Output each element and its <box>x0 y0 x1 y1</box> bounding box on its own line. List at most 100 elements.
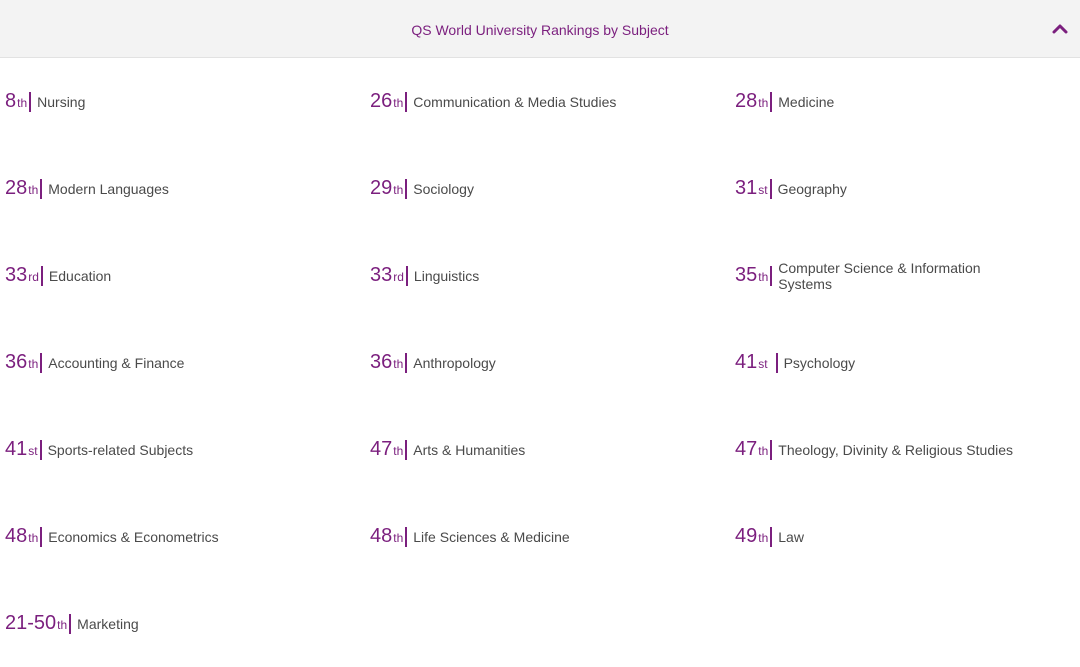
subject-name: Education <box>48 268 112 284</box>
rankings-row: 36th Accounting & Finance 36th Anthropol… <box>0 319 1080 406</box>
rank-number: 48 <box>370 525 393 547</box>
subject-name: Nursing <box>37 94 86 110</box>
subject-name: Law <box>778 529 804 545</box>
ranking-item: 35th Computer Science & Information Syst… <box>735 259 1035 293</box>
subject-name: Accounting & Finance <box>48 355 185 371</box>
rank-value: 28th <box>5 177 38 201</box>
rank-separator <box>40 353 43 373</box>
ranking-item: 47th Theology, Divinity & Religious Stud… <box>735 433 1035 467</box>
ranking-item: 49th Law <box>735 520 1035 554</box>
subject-name: Theology, Divinity & Religious Studies <box>778 442 1014 458</box>
rank-number: 41 <box>735 351 758 373</box>
rank-suffix: st <box>758 357 768 371</box>
rank-value: 36th <box>5 351 38 375</box>
ranking-item: 41st Psychology <box>735 346 1035 380</box>
rank-value: 8th <box>5 90 27 114</box>
rank-separator <box>405 527 408 547</box>
rank-suffix: th <box>57 618 68 632</box>
rank-value: 48th <box>370 525 403 549</box>
rank-separator <box>770 92 773 112</box>
rank-separator <box>405 92 408 112</box>
ranking-item: 36th Anthropology <box>370 346 700 380</box>
rank-suffix: th <box>28 531 39 545</box>
ranking-item: 8th Nursing <box>5 85 335 119</box>
rank-separator <box>40 527 43 547</box>
rank-suffix: th <box>28 357 39 371</box>
rank-number: 36 <box>370 351 393 373</box>
subject-name: Sports-related Subjects <box>47 442 194 458</box>
ranking-item: 29th Sociology <box>370 172 700 206</box>
rankings-row: 8th Nursing 26th Communication & Media S… <box>0 58 1080 145</box>
rank-separator <box>405 266 408 286</box>
rank-value: 41st <box>735 351 768 375</box>
ranking-item: 33rd Linguistics <box>370 259 700 293</box>
rank-separator <box>405 353 408 373</box>
rank-suffix: st <box>28 444 38 458</box>
rank-value: 49th <box>735 525 768 549</box>
rankings-row: 33rd Education 33rd Linguistics 35th Com… <box>0 232 1080 319</box>
rank-separator <box>775 353 778 373</box>
rank-value: 28th <box>735 90 768 114</box>
rank-suffix: th <box>393 357 404 371</box>
subject-name: Communication & Media Studies <box>413 94 617 110</box>
rank-value: 33rd <box>370 264 404 288</box>
chevron-up-icon[interactable] <box>1050 19 1070 39</box>
rank-number: 47 <box>735 438 758 460</box>
rank-number: 28 <box>735 90 758 112</box>
subject-name: Arts & Humanities <box>413 442 526 458</box>
rank-number: 41 <box>5 438 28 460</box>
subject-name: Medicine <box>778 94 835 110</box>
rank-separator <box>39 440 42 460</box>
rank-suffix: th <box>758 270 769 284</box>
ranking-item: 28th Modern Languages <box>5 172 335 206</box>
rank-value: 26th <box>370 90 403 114</box>
rankings-row: 28th Modern Languages 29th Sociology 31 s… <box>0 145 1080 232</box>
rank-number: 29 <box>370 177 393 199</box>
ranking-item: 33rd Education <box>5 259 335 293</box>
subject-name: Geography <box>777 181 847 197</box>
rank-number: 35 <box>735 264 758 286</box>
rank-number: 21-50 <box>5 612 57 634</box>
rank-number: 36 <box>5 351 28 373</box>
rank-value: 47th <box>735 438 768 462</box>
rank-separator <box>769 179 772 199</box>
ranking-item: 28th Medicine <box>735 85 1035 119</box>
rank-value: 41st <box>5 438 38 462</box>
rank-suffix: th <box>758 96 769 110</box>
ranking-item: 41st Sports-related Subjects <box>5 433 335 467</box>
rank-number: 26 <box>370 90 393 112</box>
rank-separator <box>29 92 32 112</box>
subject-name: Psychology <box>783 355 856 371</box>
rank-suffix: rd <box>28 270 39 284</box>
rank-suffix: th <box>758 444 769 458</box>
rank-value: 36th <box>370 351 403 375</box>
ranking-item: 47th Arts & Humanities <box>370 433 700 467</box>
rank-separator <box>69 614 72 634</box>
rank-number: 28 <box>5 177 28 199</box>
ranking-item: 31st Geography <box>735 172 1035 206</box>
rank-number: 47 <box>370 438 393 460</box>
rankings-row: 41st Sports-related Subjects 47th Arts &… <box>0 406 1080 493</box>
rank-number: 49 <box>735 525 758 547</box>
rank-number: 31 <box>735 177 758 199</box>
rankings-row: 21-50 th Marketing <box>0 580 1080 667</box>
subject-name: Marketing <box>77 616 139 632</box>
rank-number: 33 <box>5 264 28 286</box>
subject-name: Modern Languages <box>48 181 169 197</box>
rank-number: 8 <box>5 90 17 112</box>
rank-value: 47th <box>370 438 403 462</box>
rank-suffix: th <box>393 183 404 197</box>
rank-suffix: th <box>758 531 769 545</box>
ranking-item: 48th Life Sciences & Medicine <box>370 520 700 554</box>
subject-name: Economics & Econometrics <box>48 529 219 545</box>
rank-suffix: th <box>393 96 404 110</box>
rank-suffix: th <box>17 96 28 110</box>
rank-separator <box>405 440 408 460</box>
accordion-header[interactable]: QS World University Rankings by Subject <box>0 0 1080 58</box>
rank-separator <box>40 266 43 286</box>
rank-suffix: rd <box>393 270 404 284</box>
rank-value: 48th <box>5 525 38 549</box>
ranking-item: 26th Communication & Media Studies <box>370 85 700 119</box>
accordion-title: QS World University Rankings by Subject <box>411 22 669 38</box>
rank-suffix: th <box>393 531 404 545</box>
